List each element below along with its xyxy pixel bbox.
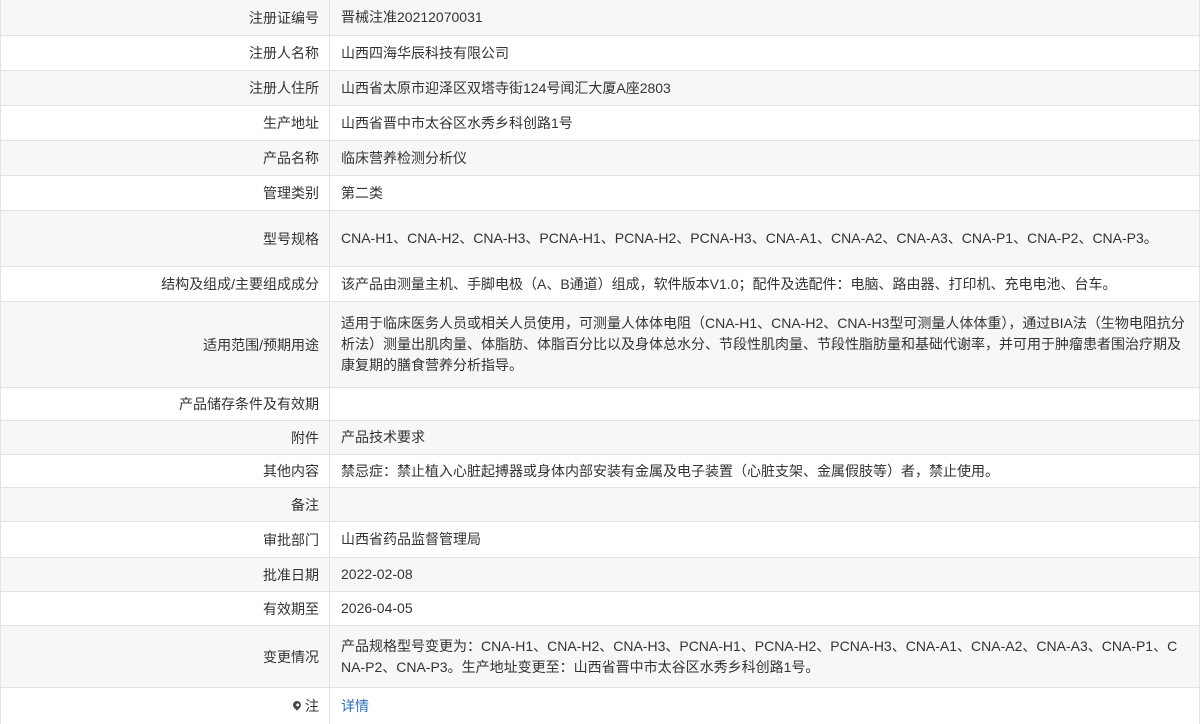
field-value: 2026-04-05 — [341, 600, 413, 616]
field-value: CNA-H1、CNA-H2、CNA-H3、PCNA-H1、PCNA-H2、PCN… — [341, 230, 1158, 246]
field-label: 结构及组成/主要组成成分 — [1, 267, 330, 301]
field-label: 产品名称 — [1, 141, 330, 175]
field-label: 生产地址 — [1, 106, 330, 140]
row-other-content: 其他内容 禁忌症：禁止植入心脏起搏器或身体内部安装有金属及电子装置（心脏支架、金… — [1, 455, 1199, 488]
field-value: 山西省药品监督管理局 — [341, 531, 481, 547]
field-value: 山西省晋中市太谷区水秀乡科创路1号 — [341, 114, 573, 131]
row-registrant-name: 注册人名称 山西四海华辰科技有限公司 — [1, 36, 1199, 71]
field-label: 产品储存条件及有效期 — [1, 388, 330, 420]
field-value: 适用于临床医务人员或相关人员使用，可测量人体体电阻（CNA-H1、CNA-H2、… — [341, 315, 1185, 373]
row-model-specification: 型号规格 CNA-H1、CNA-H2、CNA-H3、PCNA-H1、PCNA-H… — [1, 211, 1199, 267]
field-label: 注 — [1, 688, 330, 724]
row-note: 注 详情 — [1, 688, 1199, 724]
row-product-name: 产品名称 临床营养检测分析仪 — [1, 141, 1199, 176]
details-link[interactable]: 详情 — [341, 696, 369, 717]
field-label: 审批部门 — [1, 522, 330, 557]
field-value: 产品规格型号变更为：CNA-H1、CNA-H2、CNA-H3、PCNA-H1、P… — [341, 637, 1178, 675]
field-value: 禁忌症：禁止植入心脏起搏器或身体内部安装有金属及电子装置（心脏支架、金属假肢等）… — [341, 462, 999, 479]
field-label: 注册证编号 — [1, 0, 330, 35]
field-value: 2022-02-08 — [341, 566, 413, 582]
field-label: 适用范围/预期用途 — [1, 302, 330, 387]
row-approval-date: 批准日期 2022-02-08 — [1, 558, 1199, 592]
field-value: 山西省太原市迎泽区双塔寺街124号闻汇大厦A座2803 — [341, 79, 671, 96]
note-label: 注 — [305, 698, 319, 714]
row-structure-composition: 结构及组成/主要组成成分 该产品由测量主机、手脚电极（A、B通道）组成，软件版本… — [1, 267, 1199, 302]
field-value — [330, 388, 1199, 420]
field-value: 临床营养检测分析仪 — [341, 149, 467, 166]
row-storage-validity: 产品储存条件及有效期 — [1, 388, 1199, 421]
field-label: 管理类别 — [1, 176, 330, 210]
field-value: 第二类 — [341, 184, 383, 201]
field-value: 产品技术要求 — [341, 429, 425, 445]
field-label: 注册人名称 — [1, 36, 330, 70]
field-label: 变更情况 — [1, 626, 330, 687]
field-value — [330, 488, 1199, 521]
row-valid-until: 有效期至 2026-04-05 — [1, 592, 1199, 626]
row-registration-number: 注册证编号 晋械注准20212070031 — [1, 0, 1199, 36]
row-management-category: 管理类别 第二类 — [1, 176, 1199, 211]
field-value: 晋械注准20212070031 — [341, 9, 483, 25]
field-value: 山西四海华辰科技有限公司 — [341, 44, 509, 61]
field-label: 附件 — [1, 421, 330, 454]
row-change-history: 变更情况 产品规格型号变更为：CNA-H1、CNA-H2、CNA-H3、PCNA… — [1, 626, 1199, 688]
field-label: 注册人住所 — [1, 71, 330, 105]
row-registrant-address: 注册人住所 山西省太原市迎泽区双塔寺街124号闻汇大厦A座2803 — [1, 71, 1199, 106]
field-label: 备注 — [1, 488, 330, 521]
pin-icon — [291, 699, 303, 711]
field-label: 有效期至 — [1, 592, 330, 625]
row-remarks: 备注 — [1, 488, 1199, 522]
field-value: 该产品由测量主机、手脚电极（A、B通道）组成，软件版本V1.0；配件及选配件：电… — [341, 275, 1117, 292]
row-attachment: 附件 产品技术要求 — [1, 421, 1199, 455]
row-intended-use: 适用范围/预期用途 适用于临床医务人员或相关人员使用，可测量人体体电阻（CNA-… — [1, 302, 1199, 388]
registration-detail-table: 注册证编号 晋械注准20212070031 注册人名称 山西四海华辰科技有限公司… — [0, 0, 1200, 724]
field-label: 批准日期 — [1, 558, 330, 591]
field-value: 详情 — [330, 688, 1199, 724]
row-approval-department: 审批部门 山西省药品监督管理局 — [1, 522, 1199, 558]
field-label: 其他内容 — [1, 455, 330, 487]
field-label: 型号规格 — [1, 211, 330, 266]
row-production-address: 生产地址 山西省晋中市太谷区水秀乡科创路1号 — [1, 106, 1199, 141]
